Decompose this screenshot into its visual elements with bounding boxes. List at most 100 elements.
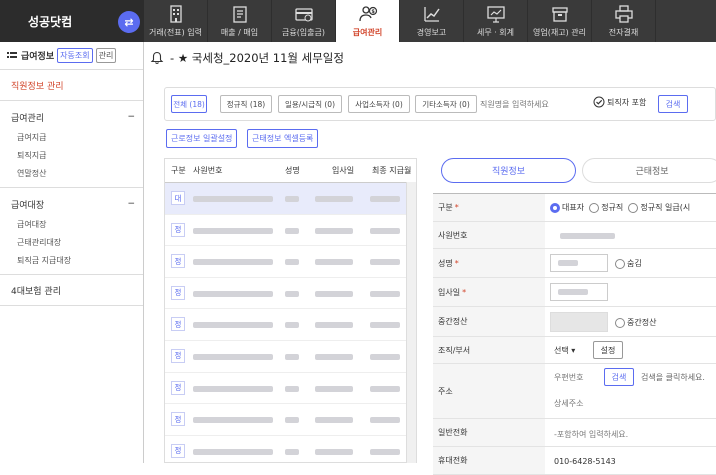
address-search-button[interactable]: 검색 [604,368,634,386]
sidebar-item[interactable]: 근태관리대장 [0,233,143,251]
sidebar-section: 4대보험 관리 [0,275,143,306]
radio-representative[interactable] [550,202,560,213]
table-row[interactable]: 정 [165,246,416,278]
join-date-input[interactable] [550,283,608,301]
auto-query-button[interactable]: 자동조회 [57,48,93,63]
card-icon [293,4,315,24]
table-row[interactable]: 대 [165,183,416,215]
org-select[interactable]: 선택 ▾ [554,345,575,356]
phone-label: 일반전화 [438,428,468,437]
col-join-date[interactable]: 입사일 [332,165,354,176]
type-badge: 정 [171,254,185,269]
menu-list-icon[interactable] [7,51,17,61]
filter-chip[interactable]: 일용/시급직 (0) [278,95,342,113]
sidebar-section-head[interactable]: 급여대장 − [0,193,143,215]
col-name[interactable]: 성명 [285,165,300,176]
table-row[interactable]: 정 [165,309,416,341]
sidebar-item[interactable]: 급여대장 [0,215,143,233]
work-info-batch-button[interactable]: 근로정보 일괄설정 [166,129,238,148]
table-row[interactable]: 정 [165,278,416,310]
redacted-cell [285,353,299,360]
redacted-cell [315,259,353,266]
hide-checkbox[interactable] [615,258,625,269]
collapse-icon[interactable]: − [127,199,135,209]
box-icon [549,4,571,24]
menu-label: 영업(재고) 관리 [533,28,586,37]
swap-icon[interactable]: ⇄ [118,11,140,33]
manage-button[interactable]: 관리 [95,48,117,63]
sidebar-section-head[interactable]: 급여관리 − [0,106,143,128]
employee-list: 구분 사원번호 성명 입사일 최종 지급월 대정정정정정정정정 [164,158,417,463]
org-set-button[interactable]: 설정 [593,341,623,359]
radio-daily[interactable] [628,202,639,213]
menu-item-7[interactable]: 전자결재 [592,0,656,42]
table-row[interactable]: 정 [165,404,416,436]
page-title[interactable]: 국세청_2020년 11월 세무일정 [192,50,344,66]
menu-item-5[interactable]: 세무 · 회계 [464,0,528,42]
table-row[interactable]: 정 [165,436,416,462]
phone-input[interactable]: -포함하여 입력하세요. [554,429,628,440]
sidebar-item[interactable]: 퇴직금 지급대장 [0,251,143,269]
mid-checkbox[interactable] [615,317,625,328]
form-row-mobile: 휴대전화 010-6428-5143 [433,447,716,475]
user-money-icon: $ [357,4,379,24]
redacted-cell [370,385,400,392]
table-row[interactable]: 정 [165,341,416,373]
table-row[interactable]: 정 [165,373,416,405]
tab-attendance-info[interactable]: 근태정보 [582,158,716,183]
radio-regular-label: 정규직 [601,203,624,212]
sidebar-item[interactable]: 퇴직지급 [0,146,143,164]
redacted-cell [285,259,299,266]
menu-label: 거래(전표) 입력 [149,28,202,37]
tab-employee-info[interactable]: 직원정보 [441,158,576,183]
emp-no-value [560,233,615,239]
join-label: 입사일 [438,287,461,297]
filter-chip[interactable]: 기타소득자 (0) [415,95,477,113]
address-detail-input[interactable]: 상세주소 [554,398,583,409]
sidebar-item[interactable]: 급여지급 [0,128,143,146]
redacted-cell [315,417,353,424]
type-badge: 정 [171,222,185,237]
col-emp-no[interactable]: 사원번호 [193,165,222,176]
menu-item-3[interactable]: $ 급여관리 [336,0,400,42]
zipcode-input[interactable]: 우편번호 [554,372,583,383]
menu-item-2[interactable]: 금융(입출금) [272,0,336,42]
col-last-pay-month[interactable]: 최종 지급월 [372,165,411,176]
redacted-cell [370,322,400,329]
col-type[interactable]: 구분 [171,165,186,176]
redacted-cell [370,353,400,360]
employee-name-input[interactable] [480,95,585,113]
retired-include-checkbox[interactable]: 퇴직자 포함 [593,96,646,108]
collapse-icon[interactable]: − [127,112,135,122]
search-button[interactable]: 검색 [658,95,688,113]
redacted-cell [315,227,353,234]
bell-icon[interactable] [150,51,164,65]
name-input[interactable] [550,254,608,272]
filter-chip[interactable]: 전체 (18) [171,95,207,113]
sidebar-item[interactable]: 연말정산 [0,164,143,182]
invoice-icon [229,4,251,24]
menu-item-6[interactable]: 영업(재고) 관리 [528,0,592,42]
attendance-excel-button[interactable]: 근태정보 엑셀등록 [247,129,319,148]
mobile-input[interactable]: 010-6428-5143 [554,457,616,466]
sidebar-section-head[interactable]: 4대보험 관리 [0,279,143,301]
sidebar-item-employee-info[interactable]: 직원정보 관리 [0,70,143,100]
menu-item-1[interactable]: 매출 / 매입 [208,0,272,42]
type-badge: 정 [171,285,185,300]
menu-item-4[interactable]: 경영보고 [400,0,464,42]
redacted-cell [370,417,400,424]
main-menu: 거래(전표) 입력 매출 / 매입 금융(입출금) $ 급여관리 경영보고 세무 · 회계 영… [144,0,656,42]
table-row[interactable]: 정 [165,215,416,247]
brand-area: 성공닷컴 ⇄ [0,0,144,42]
form-row-org: 조직/부서 선택 ▾ 설정 [433,337,716,364]
form-row-type: 구분 * 대표자 정규직 정규직 일급(시 [433,194,716,222]
list-scrollbar[interactable] [406,182,416,463]
redacted-cell [285,417,299,424]
menu-item-0[interactable]: 거래(전표) 입력 [144,0,208,42]
filter-chip[interactable]: 정규직 (18) [220,95,272,113]
mid-date-input[interactable] [550,312,608,332]
filter-chip[interactable]: 사업소득자 (0) [348,95,410,113]
radio-regular[interactable] [589,202,600,213]
redacted-cell [193,227,273,234]
top-navigation-bar: 성공닷컴 ⇄ 거래(전표) 입력 매출 / 매입 금융(입출금) $ 급여관리 경영보고 세… [0,0,716,42]
